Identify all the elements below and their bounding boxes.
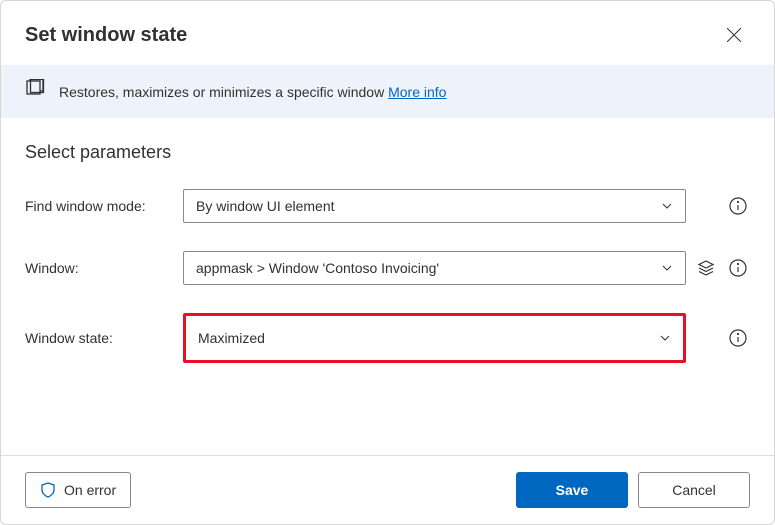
dialog-footer: On error Save Cancel xyxy=(1,455,774,524)
find-window-mode-value: By window UI element xyxy=(196,198,335,214)
window-state-row: Window state: Maximized xyxy=(25,313,750,363)
set-window-state-dialog: Set window state Restores, maximizes or … xyxy=(0,0,775,525)
footer-buttons: Save Cancel xyxy=(516,472,750,508)
info-description: Restores, maximizes or minimizes a speci… xyxy=(59,84,388,100)
window-state-value: Maximized xyxy=(198,330,265,346)
window-state-info-button[interactable] xyxy=(726,326,750,350)
chevron-down-icon xyxy=(659,332,671,344)
chevron-down-icon xyxy=(661,200,673,212)
find-window-mode-info-button[interactable] xyxy=(726,194,750,218)
window-value: appmask > Window 'Contoso Invoicing' xyxy=(196,260,439,276)
more-info-link[interactable]: More info xyxy=(388,84,446,100)
window-info-button[interactable] xyxy=(726,256,750,280)
layers-icon xyxy=(697,259,715,277)
on-error-label: On error xyxy=(64,482,116,498)
chevron-down-icon xyxy=(661,262,673,274)
info-icon xyxy=(729,197,747,215)
shield-icon xyxy=(40,482,56,498)
window-state-label: Window state: xyxy=(25,330,175,346)
window-icon xyxy=(25,79,45,104)
find-window-mode-label: Find window mode: xyxy=(25,198,175,214)
window-layers-button[interactable] xyxy=(694,256,718,280)
window-state-select[interactable]: Maximized xyxy=(186,316,683,360)
close-button[interactable] xyxy=(718,19,750,51)
window-row: Window: appmask > Window 'Contoso Invoic… xyxy=(25,251,750,285)
close-icon xyxy=(727,28,741,42)
find-window-mode-row: Find window mode: By window UI element xyxy=(25,189,750,223)
info-text: Restores, maximizes or minimizes a speci… xyxy=(59,84,446,100)
info-icon xyxy=(729,329,747,347)
info-icon xyxy=(729,259,747,277)
section-title: Select parameters xyxy=(25,142,750,163)
save-button[interactable]: Save xyxy=(516,472,628,508)
info-bar: Restores, maximizes or minimizes a speci… xyxy=(1,65,774,118)
dialog-title: Set window state xyxy=(25,24,187,47)
find-window-mode-select[interactable]: By window UI element xyxy=(183,189,686,223)
on-error-button[interactable]: On error xyxy=(25,472,131,508)
window-select[interactable]: appmask > Window 'Contoso Invoicing' xyxy=(183,251,686,285)
cancel-button[interactable]: Cancel xyxy=(638,472,750,508)
window-state-highlight: Maximized xyxy=(183,313,686,363)
dialog-header: Set window state xyxy=(1,1,774,65)
parameters-section: Select parameters Find window mode: By w… xyxy=(1,118,774,455)
window-label: Window: xyxy=(25,260,175,276)
